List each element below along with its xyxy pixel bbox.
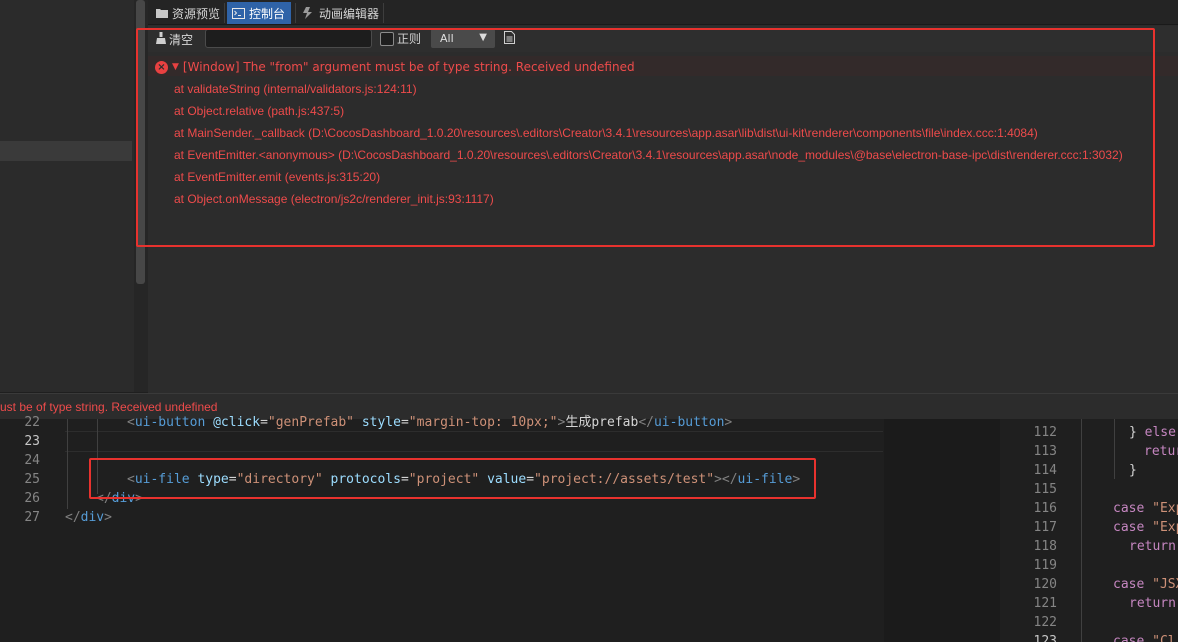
tab-label: 控制台 [249,6,286,21]
left-panel [0,0,134,392]
status-message: ust be of type string. Received undefine… [0,400,218,414]
code-line[interactable]: <ui-button @click="genPrefab" style="mar… [127,413,732,432]
code-line[interactable]: retur [1144,442,1178,461]
code-line[interactable]: </div> [65,508,112,527]
terminal-icon [232,7,245,20]
code-token: style [361,415,401,430]
code-line[interactable]: case "Cl [1113,632,1176,642]
tab-label: 动画编辑器 [319,6,380,21]
indent-guide [1114,419,1115,479]
line-number: 25 [24,472,40,487]
selected-tree-item[interactable] [0,141,132,161]
folder-icon [155,7,168,20]
code-line[interactable]: } [1129,461,1137,480]
code-token: retur [1144,444,1178,459]
line-number: 26 [24,491,40,506]
code-line[interactable]: } else [1129,423,1176,442]
tab-animation-editor[interactable]: 动画编辑器 [297,2,385,24]
code-token: "JSX [1152,577,1178,592]
line-number: 118 [1033,539,1057,554]
code-token: ui-button [134,415,206,430]
code-token: "Exp [1152,520,1178,535]
tab-assets-preview[interactable]: 资源预览 [150,2,226,24]
code-token: case [1113,520,1145,535]
code-line[interactable]: case "Exp [1113,518,1178,537]
code-token: 生成prefab [565,415,639,430]
code-token: </ [638,415,654,430]
code-token: case [1113,577,1145,592]
line-number: 113 [1033,444,1057,459]
animation-icon [302,7,315,20]
code-token: else [1144,425,1176,440]
current-line-highlight [65,431,883,452]
line-number: 114 [1033,463,1057,478]
line-number: 23 [24,434,40,449]
code-token: = [400,415,409,430]
code-line[interactable]: return [1129,537,1176,556]
code-token: case [1113,501,1145,516]
line-number: 27 [24,510,40,525]
tab-label: 资源预览 [172,6,221,21]
code-token: return [1129,539,1176,554]
code-token: } [1129,463,1137,478]
code-token: "margin-top: 10px;" [408,415,558,430]
line-number: 122 [1033,615,1057,630]
panel-tabs: 资源预览 控制台 动画编辑器 [148,0,1178,25]
code-line[interactable]: case "Exp [1113,499,1178,518]
code-token: } [1129,425,1145,440]
code-token: > [724,415,733,430]
line-number: 22 [24,415,40,430]
annotation-box-console [136,28,1155,247]
code-line[interactable]: return [1129,594,1176,613]
code-token: case [1113,634,1145,642]
annotation-box-code [89,458,816,499]
line-number: 24 [24,453,40,468]
line-number: 117 [1033,520,1057,535]
code-token: = [260,415,268,430]
code-token: > [104,510,112,525]
line-number: 123 [1033,634,1057,642]
line-number: 120 [1033,577,1057,592]
code-editor-left[interactable] [0,419,884,642]
indent-guide [1081,419,1082,642]
code-token: "Exp [1152,501,1178,516]
line-number: 116 [1033,501,1057,516]
code-token: @click [213,415,261,430]
tab-console[interactable]: 控制台 [227,2,292,24]
code-token: "genPrefab" [267,415,354,430]
code-token: </ [65,510,81,525]
indent-guide [67,419,68,509]
code-token: ui-button [653,415,725,430]
line-number: 112 [1033,425,1057,440]
line-number: 121 [1033,596,1057,611]
code-token: return [1129,596,1176,611]
line-number: 119 [1033,558,1057,573]
editor-minimap [884,419,1000,642]
code-token: "Cl [1152,634,1176,642]
code-line[interactable]: case "JSX [1113,575,1178,594]
code-token: div [80,510,105,525]
code-token: < [127,415,135,430]
line-number: 115 [1033,482,1057,497]
